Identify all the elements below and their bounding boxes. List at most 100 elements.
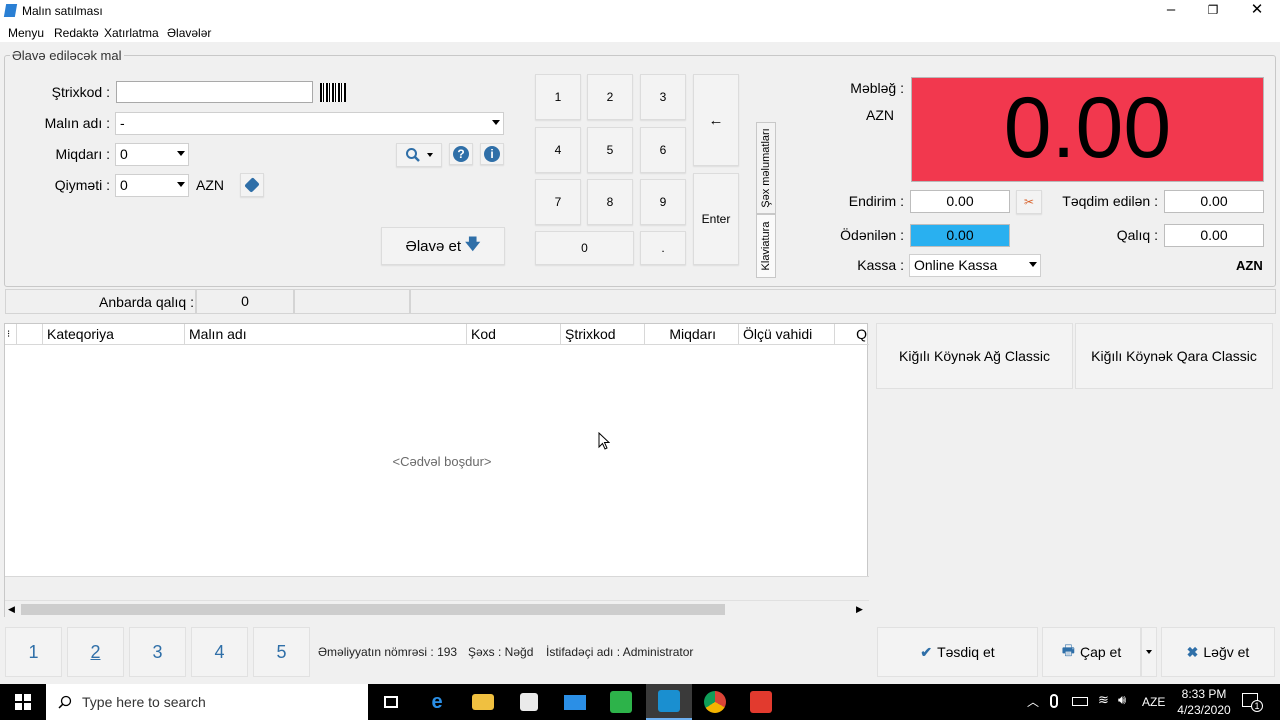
language-indicator[interactable]: AZE [1142,695,1165,709]
volume-icon[interactable]: 🔊︎ [1118,692,1126,708]
paid-field[interactable]: 0.00 [910,224,1010,247]
notification-count: 1 [1251,700,1263,712]
price-tag-button[interactable] [240,173,264,197]
amount-display: 0.00 [911,77,1264,182]
scroll-thumb[interactable] [21,604,725,615]
mail-taskbar-button[interactable] [552,684,598,720]
key-8[interactable]: 8 [587,179,633,225]
menu-redakte[interactable]: Redaktə [54,26,99,40]
key-4[interactable]: 4 [535,127,581,173]
col-unit[interactable]: Ölçü vahidi [739,324,835,345]
horizontal-scrollbar[interactable]: ◀ ▶ [5,600,869,617]
print-button[interactable]: 🖶 Çap et [1042,627,1141,677]
cancel-label: Ləğv et [1203,644,1250,660]
scroll-right-icon[interactable]: ▶ [856,604,863,615]
page-button-4[interactable]: 4 [191,627,248,677]
confirm-label: Təsdiq et [937,644,995,660]
add-button[interactable]: Əlavə et 🡇 [381,227,505,265]
key-5[interactable]: 5 [587,127,633,173]
help-button[interactable]: ? [449,143,473,165]
menu-elaveler[interactable]: Əlavələr [167,26,211,40]
store-taskbar-button[interactable] [506,684,552,720]
search-icon [58,695,72,709]
col-quantity[interactable]: Miqdarı [645,324,739,345]
restore-button[interactable]: ❐ [1190,0,1236,22]
explorer-taskbar-button[interactable] [460,684,506,720]
search-button[interactable] [396,143,442,167]
product-button-black-classic[interactable]: Kiğılı Köynək Qara Classic [1075,323,1273,389]
barcode-icon[interactable] [320,83,346,102]
battery-icon[interactable] [1072,697,1088,706]
task-view-button[interactable] [368,684,414,720]
menu-xatirlatma[interactable]: Xatırlatma [104,26,159,40]
cancel-button[interactable]: ✖ Ləğv et [1161,627,1275,677]
product-name-combo[interactable]: - [115,112,504,135]
arrow-down-icon: 🡇 [465,235,481,253]
product-button-white-classic[interactable]: Kiğılı Köynək Ağ Classic [876,323,1073,389]
grid-select-col [17,324,43,345]
confirm-button[interactable]: ✔ Təsdiq et [877,627,1038,677]
col-code[interactable]: Kod [467,324,561,345]
key-7[interactable]: 7 [535,179,581,225]
edge-taskbar-button[interactable]: e [414,684,460,720]
col-q[interactable]: Q [835,324,869,345]
recorder-taskbar-button[interactable] [738,684,784,720]
print-options-button[interactable] [1141,627,1157,677]
col-barcode[interactable]: Ştrixkod [561,324,645,345]
barcode-input[interactable] [116,81,313,103]
key-0[interactable]: 0 [535,231,634,265]
page-button-3[interactable]: 3 [129,627,186,677]
task-view-icon [384,696,398,708]
wifi-icon[interactable]: ≋ [1098,692,1109,708]
key-dot[interactable]: . [640,231,686,265]
discount-field[interactable]: 0.00 [910,190,1010,213]
scroll-left-icon[interactable]: ◀ [8,604,15,615]
close-icon: ✖ [1186,643,1199,660]
key-3[interactable]: 3 [640,74,686,120]
page-button-1[interactable]: 1 [5,627,62,677]
printer-icon: 🖶 [1061,642,1075,658]
tray-expand-icon[interactable]: ︿ [1027,693,1039,710]
discount-button[interactable]: ✂ [1016,190,1042,214]
minimize-button[interactable]: – [1148,0,1194,22]
close-button[interactable]: ✕ [1234,0,1280,22]
grid-empty-text: <Cədvəl boşdur> [392,454,492,469]
tab-keyboard[interactable]: Klaviatura [756,214,776,278]
col-name[interactable]: Malın adı [185,324,467,345]
col-category[interactable]: Kateqoriya [43,324,185,345]
tendered-field[interactable]: 0.00 [1164,190,1264,213]
info-button[interactable]: i [480,143,504,165]
pos-app-taskbar-button[interactable] [646,684,692,720]
user-info: İstifadəçi adı : Administrator [546,645,694,659]
key-1[interactable]: 1 [535,74,581,120]
chevron-down-icon [427,153,433,157]
quantity-combo[interactable]: 0 [115,143,189,166]
pos-app-icon [658,690,680,712]
edge-icon: e [431,690,443,713]
key-9[interactable]: 9 [640,179,686,225]
register-combo[interactable]: Online Kassa [909,254,1041,277]
add-button-label: Əlavə et [405,237,462,255]
camtasia-taskbar-button[interactable] [598,684,644,720]
change-field[interactable]: 0.00 [1164,224,1264,247]
page-button-2[interactable]: 2 [67,627,124,677]
chrome-taskbar-button[interactable] [692,684,738,720]
clock-time[interactable]: 8:33 PM [1174,687,1234,701]
key-2[interactable]: 2 [587,74,633,120]
enter-key[interactable]: Enter [693,173,739,265]
backspace-key[interactable]: ← [693,74,739,166]
microphone-icon[interactable] [1050,694,1058,708]
person-info: Şəxs : Nəğd [468,645,534,659]
check-icon: ✔ [920,643,933,660]
chevron-down-icon [1146,650,1152,654]
clock-date[interactable]: 4/23/2020 [1170,703,1238,717]
items-grid[interactable]: ⁝ Kateqoriya Malın adı Kod Ştrixkod Miqd… [4,323,869,617]
price-combo[interactable]: 0 [115,174,189,197]
key-6[interactable]: 6 [640,127,686,173]
taskbar-search[interactable]: Type here to search [46,684,368,720]
grid-menu-icon[interactable]: ⁝ [5,324,17,345]
menu-menyu[interactable]: Menyu [8,26,44,40]
tab-person-info[interactable]: Şəx məlumatları [756,122,776,214]
page-button-5[interactable]: 5 [253,627,310,677]
start-button[interactable] [0,684,46,720]
